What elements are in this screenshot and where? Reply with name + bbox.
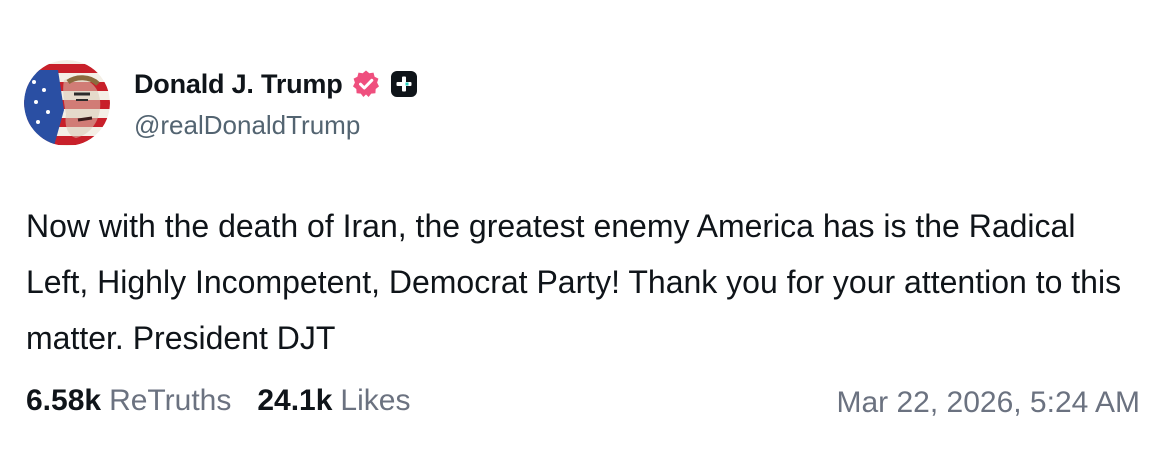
post-text: Now with the death of Iran, the greatest…: [26, 208, 1130, 356]
retruths-label: ReTruths: [109, 384, 232, 417]
avatar-image: [24, 60, 110, 146]
author-handle[interactable]: @realDonaldTrump: [134, 110, 360, 141]
likes-count: 24.1k: [257, 384, 333, 417]
avatar[interactable]: [24, 60, 110, 146]
author-row: Donald J. Trump: [134, 66, 419, 102]
truth-post: Donald J. Trump @realDonaldTrump Now wit…: [0, 0, 1170, 454]
likes-stat[interactable]: 24.1k Likes: [257, 384, 410, 418]
likes-label: Likes: [340, 384, 411, 417]
post-timestamp[interactable]: Mar 22, 2026, 5:24 AM: [836, 386, 1140, 420]
post-stats: 6.58k ReTruths 24.1k Likes: [26, 384, 410, 418]
verified-check-icon: [351, 69, 381, 99]
retruths-stat[interactable]: 6.58k ReTruths: [26, 384, 231, 418]
display-name[interactable]: Donald J. Trump: [134, 69, 343, 100]
retruths-count: 6.58k: [26, 384, 102, 417]
plus-badge-icon: [389, 69, 419, 99]
